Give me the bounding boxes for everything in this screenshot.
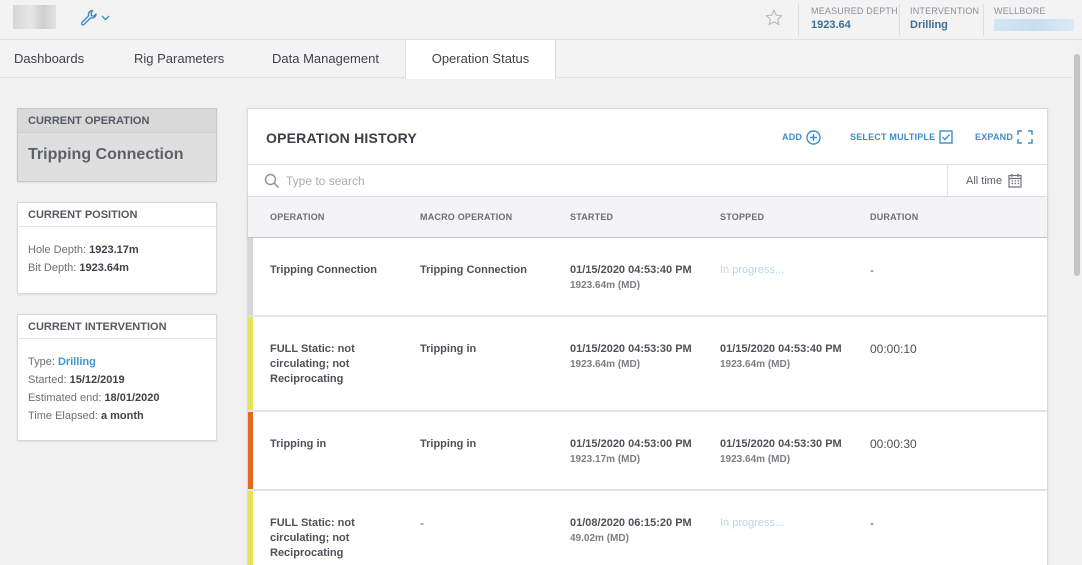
select-multiple-button[interactable]: SELECT MULTIPLE xyxy=(850,129,954,145)
table-row[interactable]: FULL Static: not circulating; not Recipr… xyxy=(248,491,1047,565)
hole-depth-line: Hole Depth: 1923.17m xyxy=(28,244,139,256)
row-duration: 00:00:10 xyxy=(870,342,917,356)
checkbox-checked-icon xyxy=(939,130,954,144)
row-operation: Tripping Connection xyxy=(270,264,377,276)
column-macro-operation[interactable]: MACRO OPERATION xyxy=(420,212,512,222)
current-operation-value: Tripping Connection xyxy=(28,146,184,163)
expand-icon xyxy=(1017,130,1033,144)
tools-menu-button[interactable] xyxy=(80,8,114,28)
row-status-stripe xyxy=(248,412,253,489)
current-operation-title: CURRENT OPERATION xyxy=(18,109,216,133)
current-intervention-card: CURRENT INTERVENTION Type: Drilling Star… xyxy=(17,314,217,441)
tab-dashboards[interactable]: Dashboards xyxy=(14,40,84,78)
row-stopped: 01/15/2020 04:53:30 PM 1923.64m (MD) xyxy=(720,438,842,465)
row-macro-operation: Tripping in xyxy=(420,343,477,355)
current-position-title: CURRENT POSITION xyxy=(18,203,216,227)
intervention-type-line: Type: Drilling xyxy=(28,356,96,368)
row-started: 01/08/2020 06:15:20 PM 49.02m (MD) xyxy=(570,517,692,544)
intervention-estimated-end-line: Estimated end: 18/01/2020 xyxy=(28,392,160,404)
intervention-label: INTERVENTION xyxy=(910,6,980,16)
row-started: 01/15/2020 04:53:30 PM 1923.64m (MD) xyxy=(570,343,692,370)
bit-depth-line: Bit Depth: 1923.64m xyxy=(28,262,129,274)
intervention-value: Drilling xyxy=(910,19,948,31)
row-stopped: In progress... xyxy=(720,264,785,276)
tab-rig-parameters[interactable]: Rig Parameters xyxy=(134,40,224,78)
time-filter-label: All time xyxy=(966,174,1003,187)
table-row[interactable]: Tripping in Tripping in 01/15/2020 04:53… xyxy=(248,412,1047,491)
expand-button[interactable]: EXPAND xyxy=(975,129,1033,145)
tab-data-management[interactable]: Data Management xyxy=(272,40,379,78)
row-operation: FULL Static: not circulating; not Recipr… xyxy=(270,343,355,385)
row-duration: - xyxy=(870,263,874,277)
intervention-type-link[interactable]: Drilling xyxy=(58,356,96,368)
app-logo[interactable] xyxy=(13,5,56,29)
row-operation: Tripping in xyxy=(270,438,327,450)
chevron-down-icon xyxy=(101,15,110,21)
wrench-icon xyxy=(80,9,97,26)
main-tabs: Dashboards Rig Parameters Data Managemen… xyxy=(0,40,1082,79)
search-input[interactable] xyxy=(286,171,886,191)
row-status-stripe xyxy=(248,238,253,315)
add-button[interactable]: ADD xyxy=(782,129,821,145)
current-intervention-title: CURRENT INTERVENTION xyxy=(18,315,216,339)
star-icon[interactable] xyxy=(765,9,783,26)
wellbore-value xyxy=(994,19,1074,31)
measured-depth-value: 1923.64 xyxy=(811,19,851,31)
calendar-icon xyxy=(1008,174,1022,188)
column-started[interactable]: STARTED xyxy=(570,212,613,222)
table-header: OPERATION MACRO OPERATION STARTED STOPPE… xyxy=(248,197,1047,238)
hole-depth-value: 1923.17m xyxy=(89,244,139,256)
bit-depth-value: 1923.64m xyxy=(79,262,129,274)
search-bar: All time xyxy=(248,164,1047,197)
intervention-time-elapsed-line: Time Elapsed: a month xyxy=(28,410,144,422)
operation-history-panel: OPERATION HISTORY ADD SELECT MULTIPLE EX… xyxy=(247,108,1048,565)
column-duration[interactable]: DURATION xyxy=(870,212,918,222)
measured-depth-label: MEASURED DEPTH xyxy=(811,6,898,16)
current-position-card: CURRENT POSITION Hole Depth: 1923.17m Bi… xyxy=(17,202,217,294)
column-stopped[interactable]: STOPPED xyxy=(720,212,764,222)
intervention-started-line: Started: 15/12/2019 xyxy=(28,374,125,386)
row-duration: 00:00:30 xyxy=(870,437,917,451)
row-operation: FULL Static: not circulating; not Recipr… xyxy=(270,517,355,559)
wellbore[interactable]: WELLBORE xyxy=(994,6,1074,34)
measured-depth: MEASURED DEPTH 1923.64 xyxy=(811,6,898,34)
row-started: 01/15/2020 04:53:40 PM 1923.64m (MD) xyxy=(570,264,692,291)
row-macro-operation: Tripping Connection xyxy=(420,264,527,276)
row-macro-operation: - xyxy=(420,516,424,530)
row-status-stripe xyxy=(248,491,253,565)
row-duration: - xyxy=(870,516,874,530)
operation-status-page: CURRENT OPERATION Tripping Connection CU… xyxy=(0,79,1072,565)
add-circle-icon xyxy=(806,129,821,145)
row-status-stripe xyxy=(248,317,253,410)
intervention: INTERVENTION Drilling xyxy=(910,6,979,34)
page-scrollbar[interactable] xyxy=(1072,40,1082,565)
column-operation[interactable]: OPERATION xyxy=(270,212,325,222)
row-macro-operation: Tripping in xyxy=(420,438,477,450)
top-bar: MEASURED DEPTH 1923.64 INTERVENTION Dril… xyxy=(0,0,1082,40)
time-filter-button[interactable]: All time xyxy=(947,165,1047,196)
row-stopped: In progress... xyxy=(720,517,785,529)
table-row[interactable]: FULL Static: not circulating; not Recipr… xyxy=(248,317,1047,412)
search-icon xyxy=(264,173,280,189)
tab-operation-status[interactable]: Operation Status xyxy=(405,40,556,79)
current-operation-card: CURRENT OPERATION Tripping Connection xyxy=(17,108,217,182)
operation-history-title: OPERATION HISTORY xyxy=(266,130,417,146)
row-stopped: 01/15/2020 04:53:40 PM 1923.64m (MD) xyxy=(720,343,842,370)
row-started: 01/15/2020 04:53:00 PM 1923.17m (MD) xyxy=(570,438,692,465)
scrollbar-thumb[interactable] xyxy=(1074,54,1080,276)
wellbore-label: WELLBORE xyxy=(994,6,1046,16)
table-row[interactable]: Tripping Connection Tripping Connection … xyxy=(248,238,1047,317)
